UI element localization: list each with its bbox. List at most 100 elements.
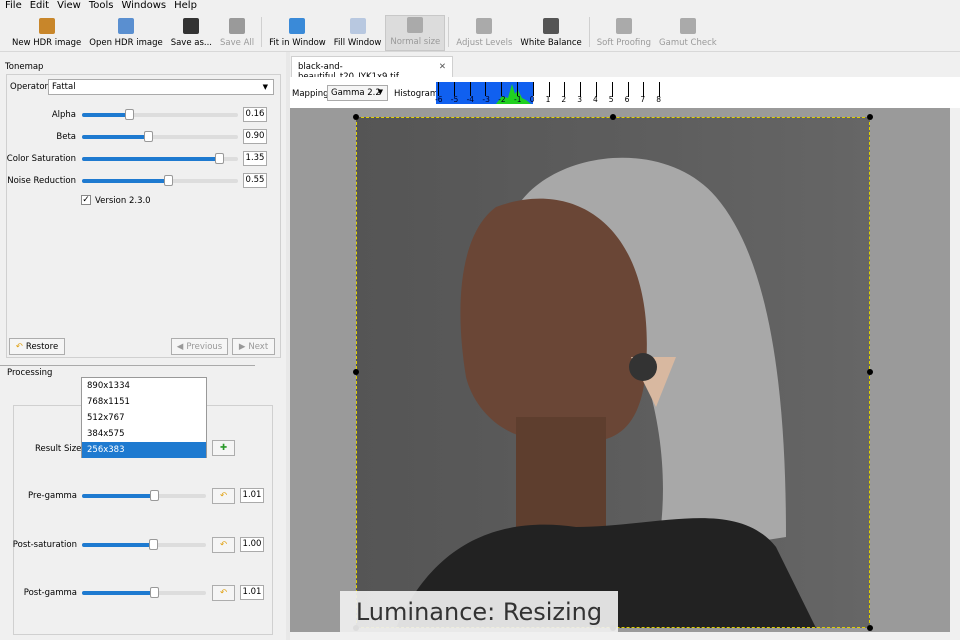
menu-file[interactable]: File <box>2 0 25 13</box>
slider-fill <box>82 494 154 498</box>
size-option[interactable]: 256x383 <box>82 442 206 458</box>
gamut-check-button[interactable]: Gamut Check <box>655 15 721 51</box>
slider-handle[interactable] <box>124 109 134 120</box>
resize-handle[interactable] <box>867 625 873 631</box>
save-as-button[interactable]: Save as... <box>167 15 216 51</box>
param-label: Post-gamma <box>23 588 77 598</box>
menu-help[interactable]: Help <box>171 0 200 13</box>
slider-handle[interactable] <box>215 153 225 164</box>
resize-handle[interactable] <box>867 369 873 375</box>
vertical-scrollbar[interactable] <box>950 108 960 632</box>
param-value[interactable]: 1.35 <box>243 151 267 166</box>
menu-windows[interactable]: Windows <box>118 0 169 13</box>
menu-edit[interactable]: Edit <box>27 0 52 13</box>
slider-handle[interactable] <box>149 490 159 501</box>
pre-gamma-slider[interactable] <box>82 490 206 501</box>
histogram-tick-label: 1 <box>545 95 551 104</box>
slider-handle[interactable] <box>163 175 173 186</box>
toolbar-separator <box>588 17 590 47</box>
mapping-select[interactable]: Gamma 2.2 ▼ <box>327 85 388 101</box>
drop-icon <box>543 18 560 34</box>
toolbar-label: Adjust Levels <box>456 38 513 48</box>
save-icon <box>183 18 200 34</box>
resize-handle[interactable] <box>610 114 616 120</box>
divider <box>0 365 255 366</box>
image-tab[interactable]: black-and-beautiful_t20_JYK1x9.tif ✕ <box>291 56 453 82</box>
histogram-tick <box>532 82 534 96</box>
undo-icon: ↶ <box>15 341 23 352</box>
toolbar-label: Normal size <box>390 37 441 47</box>
slider-handle[interactable] <box>143 131 153 142</box>
menu-bar: File Edit View Tools Windows Help <box>0 0 960 13</box>
previous-label: Previous <box>186 341 223 352</box>
param-label: Pre-gamma <box>28 491 77 501</box>
levels-icon <box>476 18 493 34</box>
param-value[interactable]: 1.01 <box>240 488 264 503</box>
soft-proofing-button[interactable]: Soft Proofing <box>593 15 655 51</box>
size-option[interactable]: 768x1151 <box>82 394 206 410</box>
new-hdr-image-button[interactable]: New HDR image <box>8 15 85 51</box>
chevron-down-icon: ▼ <box>262 83 268 91</box>
save-all-button[interactable]: Save All <box>216 15 258 51</box>
resize-handle[interactable] <box>353 114 359 120</box>
histogram-tick-label: -3 <box>482 95 490 104</box>
toolbar-label: Save All <box>220 38 255 48</box>
reset-button[interactable]: ↶ <box>212 585 235 601</box>
version-label: Version 2.3.0 <box>95 196 151 206</box>
size-option[interactable]: 384x575 <box>82 426 206 442</box>
param-value[interactable]: 0.90 <box>243 129 267 144</box>
reset-button[interactable]: ↶ <box>212 536 235 553</box>
normal-size-button[interactable]: Normal size <box>385 15 446 51</box>
param-value[interactable]: 0.55 <box>243 173 267 188</box>
resize-handle[interactable] <box>867 114 873 120</box>
post-saturation-slider[interactable] <box>82 538 206 550</box>
toolbar-label: Fill Window <box>333 38 382 48</box>
next-label: Next <box>248 341 269 352</box>
restore-button[interactable]: ↶ Restore <box>9 338 65 355</box>
operator-value: Fattal <box>52 82 76 92</box>
previous-button[interactable]: ◀ Previous <box>171 338 228 355</box>
menu-tools[interactable]: Tools <box>86 0 117 13</box>
add-size-button[interactable]: ✚ <box>212 440 235 456</box>
histogram-tick-label: -1 <box>514 95 522 104</box>
reset-button[interactable]: ↶ <box>212 488 235 504</box>
next-button[interactable]: ▶ Next <box>232 338 275 355</box>
fit-in-window-button[interactable]: Fit in Window <box>265 15 330 51</box>
alpha-slider[interactable] <box>82 109 238 120</box>
slider-handle[interactable] <box>148 538 158 550</box>
post-gamma-slider[interactable] <box>82 587 206 598</box>
param-label: Noise Reduction <box>7 176 76 186</box>
resize-handle[interactable] <box>353 369 359 375</box>
open-hdr-image-button[interactable]: Open HDR image <box>85 15 166 51</box>
zoom-normal-icon <box>407 17 424 33</box>
horizontal-scrollbar[interactable] <box>290 632 950 640</box>
slider-fill <box>82 591 154 595</box>
fill-window-button[interactable]: Fill Window <box>330 15 386 51</box>
param-label: Beta <box>56 132 76 142</box>
tonemap-title: Tonemap <box>5 62 44 72</box>
operator-select[interactable]: Fattal ▼ <box>48 79 274 95</box>
slider-handle[interactable] <box>149 587 159 598</box>
param-value[interactable]: 1.01 <box>240 585 264 600</box>
param-label: Alpha <box>51 110 76 120</box>
menu-view[interactable]: View <box>54 0 84 13</box>
noise-reduction-slider[interactable] <box>82 175 238 186</box>
arrow-right-icon: ▶ <box>238 341 246 352</box>
version-checkbox[interactable]: ✓ <box>81 195 91 205</box>
result-size-dropdown[interactable]: 890x1334 768x1151 512x767 384x575 256x383 <box>81 377 207 458</box>
param-value[interactable]: 1.00 <box>240 536 264 552</box>
selection-rectangle[interactable] <box>356 117 870 628</box>
white-balance-button[interactable]: White Balance <box>516 15 585 51</box>
size-option[interactable]: 512x767 <box>82 410 206 426</box>
adjust-levels-button[interactable]: Adjust Levels <box>452 15 516 51</box>
histogram-tick-label: 4 <box>593 95 598 104</box>
color-saturation-slider[interactable] <box>82 153 238 164</box>
param-value[interactable]: 0.16 <box>243 107 267 122</box>
histogram-tick-label: 5 <box>608 95 614 104</box>
slider-fill <box>82 113 129 117</box>
beta-slider[interactable] <box>82 131 238 142</box>
mapping-value: Gamma 2.2 <box>331 88 381 98</box>
size-option[interactable]: 890x1334 <box>82 378 206 394</box>
close-icon[interactable]: ✕ <box>439 62 446 72</box>
histogram-tick-label: -6 <box>435 95 443 104</box>
